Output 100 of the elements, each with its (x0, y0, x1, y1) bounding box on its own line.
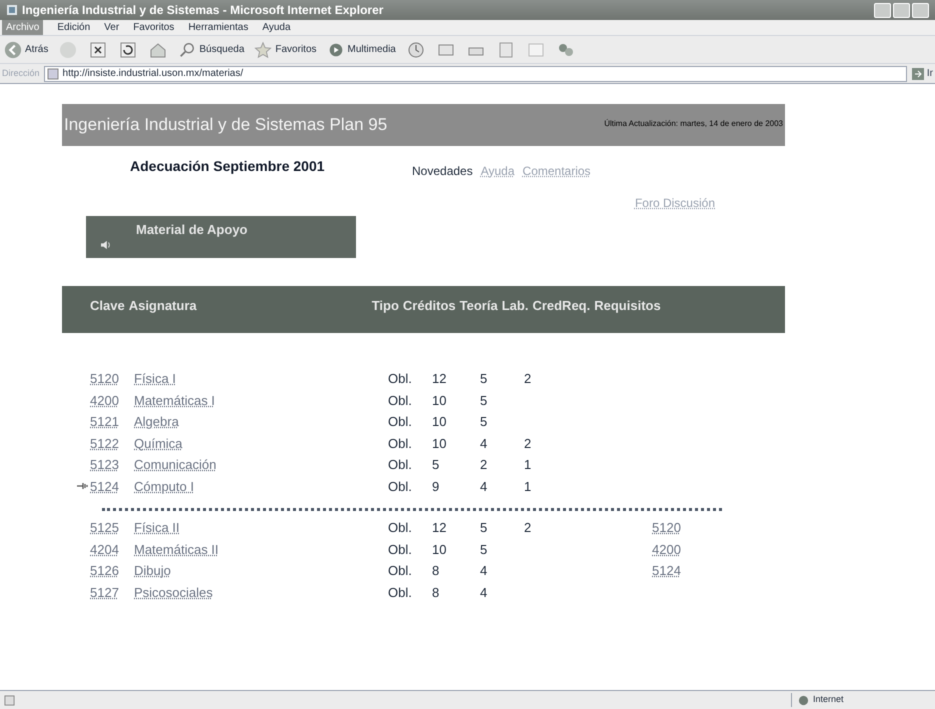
nav-label: Novedades (412, 163, 473, 180)
credits-cell-text: 8 (432, 562, 440, 580)
course-code-link[interactable]: 5120 (90, 369, 134, 388)
credits-cell-text: 10 (432, 540, 448, 558)
type-cell-text: Obl. (388, 434, 413, 452)
theory-cell-text: 2 (480, 456, 488, 474)
course-name-link[interactable]: Comunicación (134, 455, 388, 474)
search-button[interactable]: Búsqueda (178, 40, 244, 58)
course-name-link[interactable]: Química (134, 434, 388, 453)
media-button[interactable]: Multimedia (326, 40, 396, 58)
lab-cell-text: 1 (524, 456, 532, 474)
close-button[interactable] (912, 2, 929, 18)
menu-item[interactable]: Archivo (2, 20, 44, 35)
course-code-link[interactable]: 5121 (90, 412, 134, 432)
search-icon (178, 40, 196, 58)
lab-cell-text: 1 (524, 478, 532, 496)
course-code-link[interactable]: 4204 (90, 540, 134, 559)
course-name-link[interactable]: Matemáticas I (134, 390, 388, 410)
column-header: CredReq. (532, 297, 590, 315)
column-header: Asignatura (128, 297, 198, 315)
course-name-link[interactable]: Dibujo (134, 561, 388, 580)
banner-title: Ingeniería Industrial y de Sistemas Plan 95 (64, 114, 388, 136)
requirement-link[interactable]: 5120 (652, 518, 681, 538)
theory-cell-text: 4 (480, 478, 488, 496)
globe-icon (798, 694, 809, 706)
requirement-link[interactable]: 5124 (652, 561, 681, 580)
maximize-button[interactable] (893, 2, 910, 18)
credits-cell-text: 10 (432, 434, 448, 452)
zone-label: Internet (813, 693, 844, 706)
theory-cell-text: 5 (480, 519, 488, 537)
type-cell-text: Obl. (388, 413, 413, 431)
menu-item[interactable]: Ayuda (262, 20, 291, 35)
requirement-link[interactable]: 4200 (652, 540, 681, 559)
back-button[interactable]: Atrás (4, 40, 48, 58)
type-cell-text: Obl. (388, 456, 413, 474)
refresh-icon[interactable] (118, 40, 138, 60)
column-header: Tipo (372, 297, 399, 315)
browser-icon (6, 4, 18, 16)
column-header: Teoría (460, 297, 498, 315)
type-cell-text: Obl. (388, 540, 413, 558)
credits-cell-text: 9 (432, 478, 440, 496)
course-code-link[interactable]: 4200 (90, 390, 134, 410)
credits-cell-text: 10 (432, 413, 448, 431)
course-name-link[interactable]: Física I (134, 369, 388, 388)
media-icon (326, 40, 345, 58)
course-name-link[interactable]: Matemáticas II (134, 540, 388, 559)
course-code-link[interactable]: 5126 (90, 561, 134, 580)
column-header: Clave (90, 297, 125, 315)
favorites-button[interactable]: Favoritos (254, 40, 317, 58)
stop-icon[interactable] (88, 40, 108, 60)
course-code-link[interactable]: 5123 (90, 455, 134, 474)
forum-link[interactable]: Foro Discusión (634, 194, 715, 212)
credits-cell-text: 12 (432, 519, 448, 537)
theory-cell-text: 5 (480, 413, 488, 431)
speaker-icon (100, 240, 112, 250)
theory-cell-text: 5 (480, 392, 488, 410)
type-cell-text: Obl. (388, 584, 413, 602)
address-field[interactable]: http://insiste.industrial.uson.mx/materias/ (44, 66, 907, 82)
nav-link[interactable]: Ayuda (480, 162, 515, 180)
menu-item[interactable]: Favoritos (133, 20, 174, 35)
address-label: Dirección (2, 66, 40, 80)
minimize-button[interactable] (874, 2, 891, 18)
lab-cell-text: 2 (524, 370, 532, 388)
type-cell-text: Obl. (388, 478, 413, 496)
course-name-link[interactable]: Algebra (134, 412, 388, 432)
course-name-link[interactable]: Psicosociales (134, 582, 388, 602)
type-cell-text: Obl. (388, 392, 413, 410)
star-icon (254, 40, 272, 58)
type-cell-text: Obl. (388, 519, 413, 537)
course-name-link[interactable]: Cómputo I (134, 476, 388, 496)
course-code-link[interactable]: 5125 (90, 518, 134, 538)
column-header: Requisitos (594, 297, 661, 315)
menu-item[interactable]: Herramientas (188, 20, 248, 35)
theory-cell-text: 4 (480, 562, 488, 580)
course-code-link[interactable]: 5127 (90, 582, 134, 602)
window-title: Ingeniería Industrial y de Sistemas - Microsoft Internet Explorer (22, 2, 384, 19)
credits-cell-text: 5 (432, 456, 440, 474)
column-header: Créditos (402, 297, 456, 315)
column-header: Lab. (502, 297, 528, 315)
last-updated: Última Actualización: martes, 14 de enero de 2003 (604, 118, 783, 130)
nav-link[interactable]: Comentarios (522, 162, 591, 180)
credits-cell-text: 10 (432, 392, 448, 410)
history-icon[interactable] (406, 40, 426, 60)
course-code-link[interactable]: 5122 (90, 434, 134, 453)
course-name-link[interactable]: Física II (134, 518, 388, 538)
theory-cell-text: 5 (480, 540, 488, 558)
page-icon (4, 694, 15, 706)
credits-cell-text: 8 (432, 584, 440, 602)
page-heading: Adecuación Septiembre 2001 (130, 157, 326, 176)
menu-item[interactable]: Edición (57, 20, 90, 35)
support-title: Material de Apoyo (136, 221, 248, 239)
lab-cell-text: 2 (524, 519, 532, 537)
theory-cell-text: 4 (480, 434, 488, 452)
theory-cell-text: 5 (480, 370, 488, 388)
type-cell-text: Obl. (388, 370, 413, 388)
lab-cell-text: 2 (524, 434, 532, 452)
menu-item[interactable]: Ver (104, 20, 120, 35)
go-button[interactable]: Ir (910, 66, 933, 81)
type-cell-text: Obl. (388, 562, 413, 580)
course-code-link[interactable]: 5124 (90, 476, 134, 496)
